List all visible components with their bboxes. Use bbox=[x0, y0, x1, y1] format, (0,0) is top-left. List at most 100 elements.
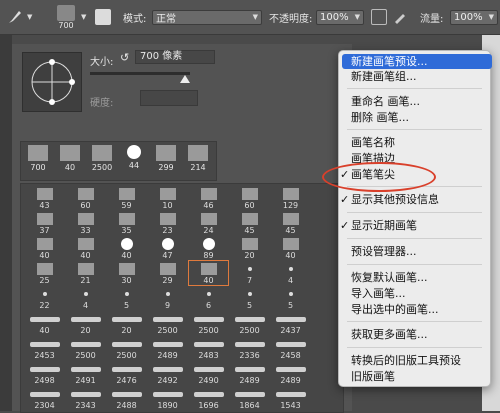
menu-item[interactable]: 旧版画笔 bbox=[351, 369, 395, 384]
brush-tip[interactable]: 5 bbox=[107, 286, 146, 310]
brush-tip[interactable]: 22 bbox=[25, 286, 64, 310]
menu-item[interactable]: ✓ 显示近期画笔 bbox=[340, 218, 417, 233]
pressure-opacity-icon[interactable] bbox=[371, 0, 387, 34]
recent-brush[interactable]: 44 bbox=[120, 144, 148, 178]
menu-item[interactable]: 导入画笔... bbox=[351, 286, 406, 301]
brush-tip[interactable]: 60 bbox=[230, 186, 269, 210]
mode-select[interactable]: 正常 ▼ bbox=[152, 9, 262, 25]
brush-tip[interactable]: 20 bbox=[230, 236, 269, 260]
brush-settings-toggle[interactable] bbox=[95, 0, 111, 34]
brush-tip[interactable]: 2490 bbox=[189, 361, 228, 385]
menu-item[interactable]: ✓ 显示其他预设信息 bbox=[340, 192, 439, 207]
menu-item[interactable]: 重命名 画笔... bbox=[351, 94, 420, 109]
brush-tip[interactable]: 2500 bbox=[148, 311, 187, 335]
recent-brush[interactable]: 40 bbox=[56, 144, 84, 178]
menu-item[interactable]: 转换后的旧版工具预设 bbox=[351, 353, 461, 368]
brush-tip[interactable]: 1696 bbox=[189, 386, 228, 410]
brush-tip[interactable]: 5 bbox=[230, 286, 269, 310]
flow-input[interactable]: 100% ▼ bbox=[450, 9, 498, 25]
menu-item[interactable]: 新建画笔组... bbox=[351, 69, 417, 84]
menu-item-label: 旧版画笔 bbox=[351, 370, 395, 383]
recent-brush[interactable]: 2500 bbox=[88, 144, 116, 178]
brush-tip[interactable]: 30 bbox=[107, 261, 146, 285]
size-slider-thumb[interactable] bbox=[180, 75, 190, 83]
brush-tip[interactable]: 40 bbox=[66, 236, 105, 260]
brush-tip[interactable]: 37 bbox=[25, 211, 64, 235]
brush-tip[interactable]: 2489 bbox=[148, 336, 187, 360]
brush-tip[interactable]: 2500 bbox=[189, 311, 228, 335]
brush-tip[interactable]: 2491 bbox=[66, 361, 105, 385]
brush-tip[interactable]: 60 bbox=[66, 186, 105, 210]
recent-brush[interactable]: 299 bbox=[152, 144, 180, 178]
chevron-down-icon[interactable]: ▼ bbox=[78, 0, 86, 34]
brush-tip[interactable]: 1890 bbox=[148, 386, 187, 410]
brush-tip[interactable]: 10 bbox=[148, 186, 187, 210]
brush-tip[interactable]: 2492 bbox=[148, 361, 187, 385]
brush-tip[interactable]: 23 bbox=[148, 211, 187, 235]
menu-item[interactable]: 恢复默认画笔... bbox=[351, 270, 428, 285]
brush-tip[interactable]: 2489 bbox=[271, 361, 310, 385]
brush-tip[interactable]: 47 bbox=[148, 236, 187, 260]
menu-item[interactable]: 导出选中的画笔... bbox=[351, 302, 439, 317]
brush-tip[interactable]: 33 bbox=[66, 211, 105, 235]
reset-size-icon[interactable]: ↺ bbox=[120, 51, 129, 64]
brush-tip[interactable]: 35 bbox=[107, 211, 146, 235]
brush-tip[interactable]: 2476 bbox=[107, 361, 146, 385]
brush-tip[interactable]: 40 bbox=[271, 236, 310, 260]
brush-tip[interactable]: 9 bbox=[148, 286, 187, 310]
brush-tip[interactable]: 45 bbox=[271, 211, 310, 235]
brush-tip[interactable]: 2304 bbox=[25, 386, 64, 410]
menu-item[interactable]: 删除 画笔... bbox=[351, 110, 409, 125]
brush-tip[interactable]: 2343 bbox=[66, 386, 105, 410]
brush-tip[interactable]: 40 bbox=[107, 236, 146, 260]
brush-tip[interactable]: 2483 bbox=[189, 336, 228, 360]
brush-tip[interactable]: 2500 bbox=[230, 311, 269, 335]
brush-tip[interactable]: 6 bbox=[189, 286, 228, 310]
size-slider[interactable] bbox=[90, 72, 190, 75]
brush-tip[interactable]: 2453 bbox=[25, 336, 64, 360]
brush-preset-picker[interactable]: 700 bbox=[57, 0, 75, 34]
menu-item[interactable]: 预设管理器... bbox=[351, 244, 417, 259]
menu-item[interactable]: 新建画笔预设... bbox=[342, 54, 492, 69]
brush-tip[interactable]: 7 bbox=[230, 261, 269, 285]
menu-item[interactable]: 画笔名称 bbox=[351, 135, 395, 150]
brush-tip[interactable]: 20 bbox=[66, 311, 105, 335]
brush-tip[interactable]: 2489 bbox=[230, 361, 269, 385]
hardness-input[interactable] bbox=[140, 90, 198, 106]
brush-tip[interactable]: 129 bbox=[271, 186, 310, 210]
airbrush-icon[interactable] bbox=[393, 0, 407, 34]
recent-brush[interactable]: 214 bbox=[184, 144, 212, 178]
brush-tip[interactable]: 1864 bbox=[230, 386, 269, 410]
size-input[interactable]: 700 像素 bbox=[135, 50, 215, 64]
brush-tip[interactable]: 2458 bbox=[271, 336, 310, 360]
brush-tip[interactable]: 2336 bbox=[230, 336, 269, 360]
brush-tip[interactable]: 2437 bbox=[271, 311, 310, 335]
brush-tip[interactable]: 2500 bbox=[107, 336, 146, 360]
brush-tool-icon[interactable]: ▼ bbox=[6, 0, 32, 34]
brush-tip[interactable]: 24 bbox=[189, 211, 228, 235]
brush-tip[interactable]: 1543 bbox=[271, 386, 310, 410]
brush-tip[interactable]: 25 bbox=[25, 261, 64, 285]
brush-tip[interactable]: 21 bbox=[66, 261, 105, 285]
brush-tip[interactable]: 2498 bbox=[25, 361, 64, 385]
brush-tip[interactable]: 43 bbox=[25, 186, 64, 210]
brush-tip[interactable]: 5 bbox=[271, 286, 310, 310]
brush-tip[interactable]: 20 bbox=[107, 311, 146, 335]
brush-tip[interactable]: 2488 bbox=[107, 386, 146, 410]
brush-tip[interactable]: 40 bbox=[188, 260, 229, 286]
brush-tip[interactable]: 45 bbox=[230, 211, 269, 235]
brush-tip[interactable]: 59 bbox=[107, 186, 146, 210]
opacity-input[interactable]: 100% ▼ bbox=[316, 9, 364, 25]
brush-tip[interactable]: 89 bbox=[189, 236, 228, 260]
brush-tip[interactable]: 46 bbox=[189, 186, 228, 210]
brush-tip[interactable]: 2500 bbox=[66, 336, 105, 360]
brush-tip[interactable]: 40 bbox=[25, 236, 64, 260]
recent-brush[interactable]: 700 bbox=[24, 144, 52, 178]
brush-tip[interactable]: 4 bbox=[66, 286, 105, 310]
brush-size-label: 43 bbox=[39, 201, 50, 210]
brush-tip[interactable]: 4 bbox=[271, 261, 310, 285]
menu-item[interactable]: 获取更多画笔... bbox=[351, 327, 428, 342]
brush-tip[interactable]: 40 bbox=[25, 311, 64, 335]
brush-tip[interactable]: 29 bbox=[148, 261, 187, 285]
brush-angle-widget[interactable] bbox=[22, 52, 82, 112]
